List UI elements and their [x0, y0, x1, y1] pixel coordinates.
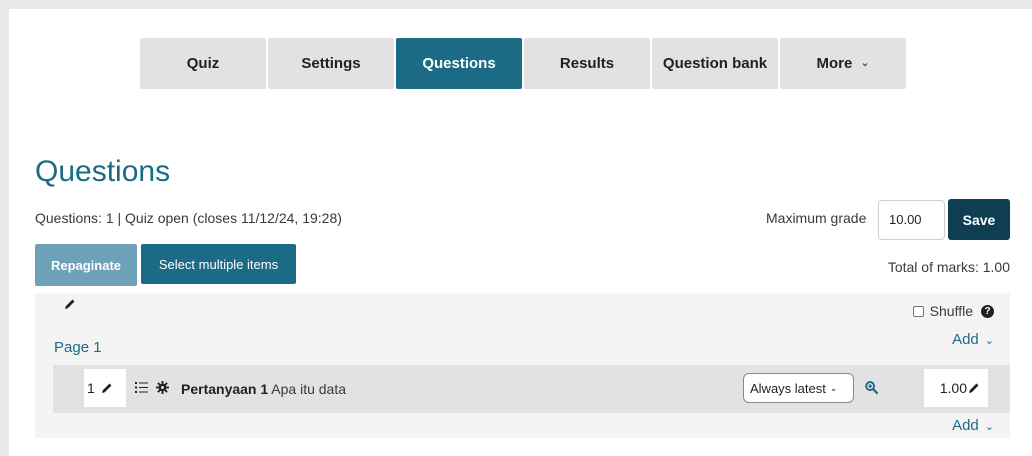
gear-icon — [156, 381, 169, 394]
chevron-down-icon: ⌄ — [829, 382, 838, 393]
tab-quiz[interactable]: Quiz — [140, 38, 266, 89]
tab-label: More — [816, 55, 853, 72]
maximum-grade-input[interactable]: 10.00 — [878, 200, 945, 240]
question-text: Apa itu data — [271, 381, 347, 397]
tab-questions[interactable]: Questions — [396, 38, 522, 89]
tab-label: Results — [559, 55, 615, 72]
tab-label: Settings — [301, 55, 361, 72]
magnifier-plus-icon[interactable] — [865, 381, 878, 394]
select-multiple-items-button[interactable]: Select multiple items — [141, 244, 296, 284]
version-value: Always latest — [750, 380, 826, 396]
chevron-down-icon: ⌄ — [860, 57, 870, 69]
total-of-marks: Total of marks: 1.00 — [887, 259, 1010, 275]
list-drag-icon[interactable] — [135, 382, 148, 393]
question-title: Pertanyaan 1 Apa itu data — [181, 381, 346, 397]
shuffle-control: Shuffle ? — [912, 303, 994, 319]
chevron-down-icon: ⌄ — [984, 335, 994, 347]
maximum-grade-label: Maximum grade — [766, 210, 867, 226]
tab-question-bank[interactable]: Question bank — [652, 38, 778, 89]
add-menu-top[interactable]: Add ⌄ — [952, 331, 994, 348]
quiz-section: Shuffle ? Add ⌄ Page 1 1 Pertanyaan 1 Ap… — [35, 293, 1010, 438]
pencil-icon[interactable] — [64, 298, 76, 310]
question-version-select[interactable]: Always latest ⌄ — [743, 373, 854, 403]
add-label: Add — [952, 331, 979, 348]
shuffle-label: Shuffle — [929, 303, 973, 319]
question-number: 1 — [87, 380, 95, 396]
quiz-info: Questions: 1 | Quiz open (closes 11/12/2… — [35, 210, 342, 226]
question-row: 1 Pertanyaan 1 Apa itu data Always lates… — [53, 365, 1010, 413]
tab-label: Question bank — [662, 55, 768, 72]
pencil-icon[interactable] — [101, 382, 113, 394]
pencil-icon[interactable] — [968, 382, 980, 394]
question-circle-icon[interactable]: ? — [981, 304, 994, 318]
tab-results[interactable]: Results — [524, 38, 650, 89]
shuffle-checkbox[interactable] — [912, 305, 924, 317]
question-number-box[interactable]: 1 — [84, 369, 126, 407]
chevron-down-icon: ⌄ — [984, 421, 994, 433]
tab-label: Questions — [422, 55, 496, 72]
question-name: Pertanyaan 1 — [181, 381, 269, 397]
tab-more[interactable]: More ⌄ — [780, 38, 906, 89]
repaginate-button[interactable]: Repaginate — [35, 244, 137, 286]
page-label: Page 1 — [54, 339, 102, 356]
secondary-nav: Quiz Settings Questions Results Question… — [140, 38, 906, 89]
tab-label: Quiz — [186, 55, 220, 72]
question-mark-box[interactable]: 1.00 — [924, 369, 988, 407]
add-label: Add — [952, 417, 979, 434]
question-mark: 1.00 — [939, 380, 967, 396]
tab-settings[interactable]: Settings — [268, 38, 394, 89]
add-menu-bottom[interactable]: Add ⌄ — [952, 417, 994, 434]
save-button[interactable]: Save — [948, 199, 1010, 240]
page-title: Questions — [35, 155, 171, 188]
